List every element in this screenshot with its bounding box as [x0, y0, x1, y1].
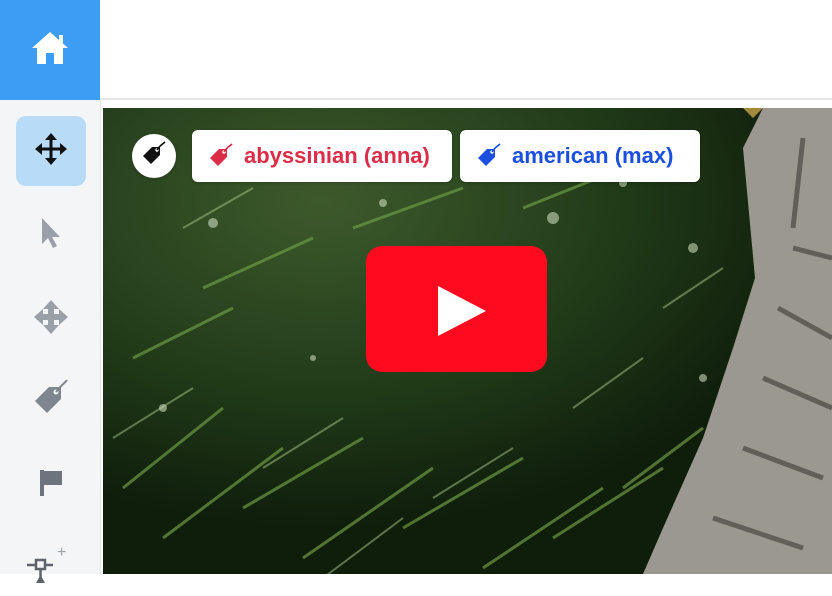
top-bar	[100, 0, 832, 100]
tag-icon	[141, 140, 167, 172]
tag-icon	[31, 378, 71, 424]
flag-icon	[37, 468, 65, 503]
home-button[interactable]	[0, 0, 100, 100]
move-tool-button[interactable]	[16, 116, 86, 186]
pan-tool-button[interactable]	[16, 284, 86, 354]
play-button[interactable]	[364, 244, 549, 379]
label-chip-american[interactable]: american (max)	[460, 130, 700, 182]
label-chip-abyssinian[interactable]: abyssinian (anna)	[192, 130, 452, 182]
keypoint-add-icon: +	[23, 535, 79, 588]
move-arrows-icon	[34, 132, 68, 171]
add-keypoint-tool-button[interactable]: +	[16, 526, 86, 596]
label-chip-text: abyssinian (anna)	[244, 143, 430, 168]
tool-sidebar: +	[0, 100, 101, 583]
home-icon	[30, 30, 70, 71]
tag-icon	[476, 143, 502, 169]
tag-icon	[208, 143, 234, 169]
tag-visibility-toggle[interactable]	[132, 134, 176, 178]
cursor-icon	[38, 216, 64, 255]
pan-arrows-icon	[33, 299, 69, 340]
tag-tool-button[interactable]	[16, 366, 86, 436]
flag-tool-button[interactable]	[16, 450, 86, 520]
select-tool-button[interactable]	[16, 200, 86, 270]
label-chip-text: american (max)	[512, 143, 674, 168]
youtube-play-icon	[364, 244, 549, 379]
svg-text:+: +	[57, 544, 66, 561]
